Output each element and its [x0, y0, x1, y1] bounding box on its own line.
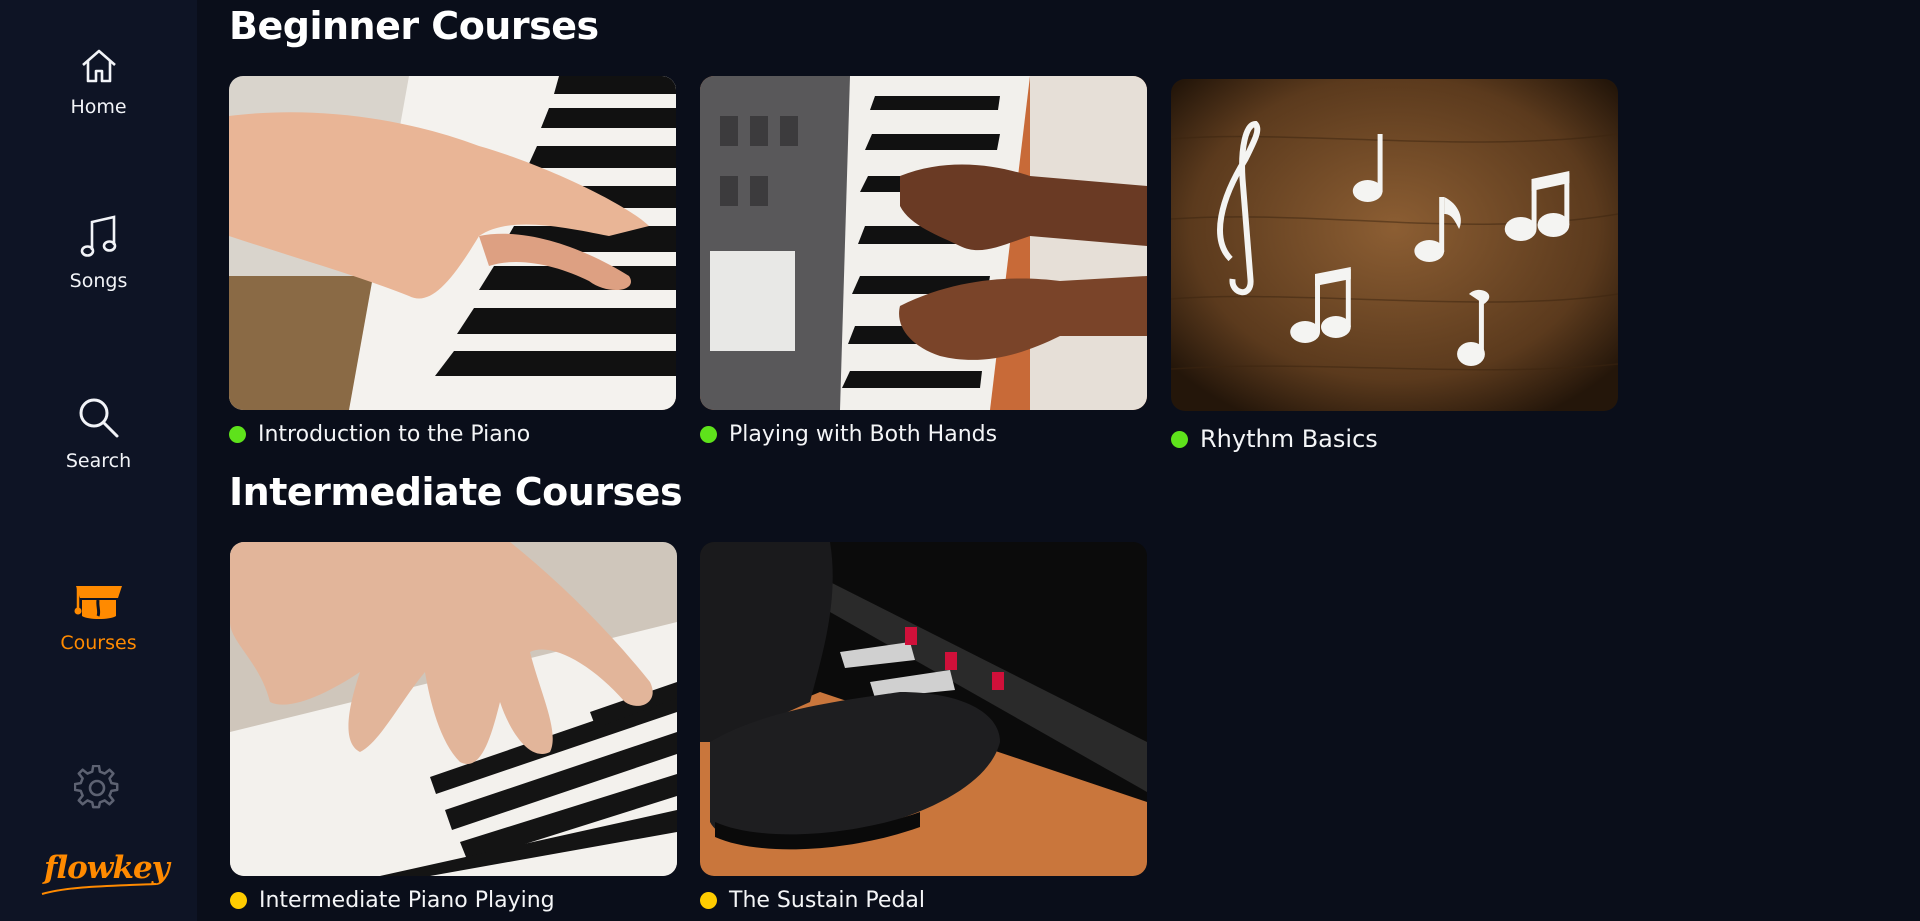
section-title-intermediate: Intermediate Courses	[229, 470, 683, 514]
course-card-intermediate-piano-playing[interactable]: Intermediate Piano Playing	[230, 542, 677, 913]
logo-swoosh	[41, 883, 157, 895]
sidebar-item-courses[interactable]: Courses	[0, 582, 197, 654]
sidebar-item-search[interactable]: Search	[0, 396, 197, 472]
sidebar-item-label: Songs	[69, 270, 128, 292]
sidebar-item-home[interactable]: Home	[0, 46, 197, 118]
course-thumbnail	[1171, 79, 1618, 411]
course-card-rhythm-basics[interactable]: Rhythm Basics	[1171, 79, 1618, 453]
settings-button[interactable]	[73, 764, 120, 811]
intermediate-level-dot	[230, 892, 247, 909]
music-note-icon	[79, 214, 119, 260]
beginner-level-dot	[1171, 430, 1188, 448]
beginner-level-dot	[229, 426, 246, 443]
course-title: Intermediate Piano Playing	[259, 888, 555, 913]
section-title-beginner: Beginner Courses	[229, 4, 599, 48]
course-thumbnail	[230, 542, 677, 876]
course-card-the-sustain-pedal[interactable]: The Sustain Pedal	[700, 542, 1147, 913]
sidebar-item-label: Search	[65, 450, 132, 472]
intermediate-level-dot	[700, 892, 717, 909]
course-thumbnail	[229, 76, 676, 410]
home-icon	[79, 46, 119, 86]
sidebar: Home Songs Search Courses flowkey	[0, 0, 197, 921]
course-card-introduction-to-the-piano[interactable]: Introduction to the Piano	[229, 76, 676, 447]
course-thumbnail	[700, 542, 1147, 876]
gear-icon	[73, 764, 120, 815]
graduation-cap-icon	[70, 582, 128, 622]
course-title: Rhythm Basics	[1200, 425, 1378, 453]
search-icon	[77, 396, 121, 440]
course-title: Introduction to the Piano	[258, 422, 531, 447]
beginner-level-dot	[700, 426, 717, 443]
course-title: The Sustain Pedal	[729, 888, 926, 913]
course-thumbnail	[700, 76, 1147, 410]
flowkey-logo[interactable]: flowkey	[40, 850, 170, 898]
course-title: Playing with Both Hands	[729, 422, 998, 447]
sidebar-item-label: Home	[70, 96, 127, 118]
sidebar-item-label: Courses	[60, 632, 137, 654]
course-card-playing-with-both-hands[interactable]: Playing with Both Hands	[700, 76, 1147, 447]
sidebar-item-songs[interactable]: Songs	[0, 214, 197, 292]
